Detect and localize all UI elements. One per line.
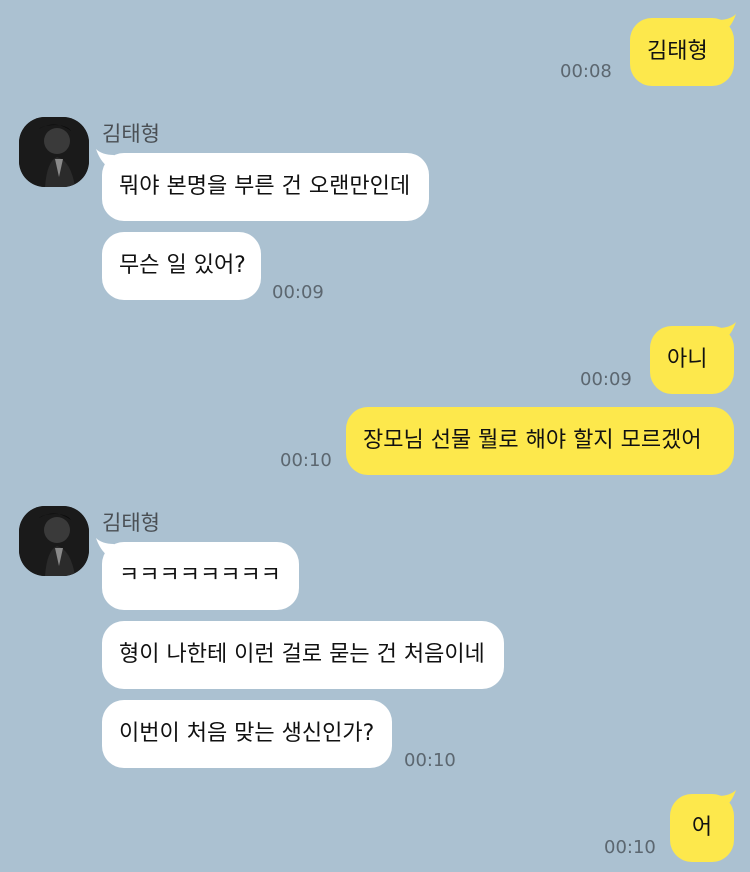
bubble-tail-icon [96,538,114,556]
message-timestamp: 00:09 [272,282,324,303]
sender-name: 김태형 [102,122,160,146]
bubble-tail-icon [718,14,736,32]
their-message-bubble[interactable]: 이번이 처음 맞는 생신인가? [102,700,392,768]
their-message-bubble[interactable]: ㅋㅋㅋㅋㅋㅋㅋㅋ [102,542,299,610]
message-text: 형이 나한테 이런 걸로 묻는 건 처음이네 [119,641,485,667]
contact-avatar[interactable] [19,117,89,187]
their-message-bubble[interactable]: 형이 나한테 이런 걸로 묻는 건 처음이네 [102,621,504,689]
message-text: 김태형 [647,38,708,64]
message-timestamp: 00:10 [280,450,332,471]
message-text: 어 [691,814,713,840]
message-timestamp: 00:10 [404,750,456,771]
their-message-bubble[interactable]: 뭐야 본명을 부른 건 오랜만인데 [102,153,429,221]
message-text: 무슨 일 있어? [119,252,246,278]
chat-thread[interactable]: 김태형 00:08 김태형 뭐야 본명을 부른 건 오랜만인데 무슨 일 있어?… [0,0,750,872]
profile-photo-icon [19,506,89,576]
my-message-bubble[interactable]: 장모님 선물 뭘로 해야 할지 모르겠어 [346,407,734,475]
bubble-tail-icon [718,790,736,808]
message-text: 장모님 선물 뭘로 해야 할지 모르겠어 [363,427,702,453]
bubble-tail-icon [96,149,114,167]
profile-photo-icon [19,117,89,187]
message-text: 이번이 처음 맞는 생신인가? [119,720,375,746]
message-text: 아니 [667,346,708,372]
sender-name: 김태형 [102,511,160,535]
message-timestamp: 00:08 [560,61,612,82]
message-timestamp: 00:09 [580,369,632,390]
bubble-tail-icon [718,322,736,340]
message-text: 뭐야 본명을 부른 건 오랜만인데 [119,173,411,199]
message-text: ㅋㅋㅋㅋㅋㅋㅋㅋ [119,562,281,588]
their-message-bubble[interactable]: 무슨 일 있어? [102,232,261,300]
message-timestamp: 00:10 [604,837,656,858]
contact-avatar[interactable] [19,506,89,576]
